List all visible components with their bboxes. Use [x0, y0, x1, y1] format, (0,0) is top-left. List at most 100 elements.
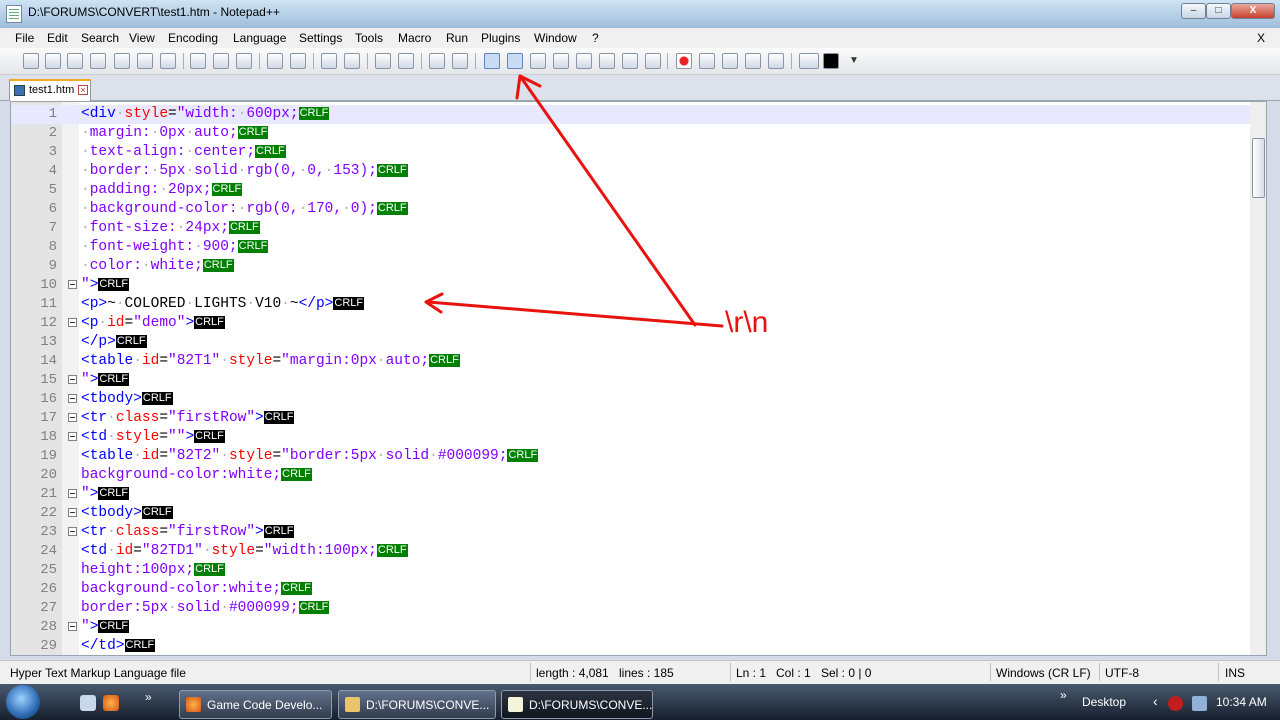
menu-settings[interactable]: Settings [299, 31, 342, 45]
status-encoding[interactable]: UTF-8 [1105, 666, 1139, 680]
tab-test1-htm[interactable]: test1.htm × [9, 79, 91, 101]
code-line[interactable]: 9 ·color:·white;CRLF [11, 257, 1250, 276]
sync-vertical-scroll-icon[interactable] [429, 53, 445, 69]
toolbar-overflow-chevron-icon[interactable]: » [1060, 688, 1067, 702]
title-bar[interactable]: D:\FORUMS\CONVERT\test1.htm - Notepad++ … [0, 0, 1280, 28]
fold-toggle-icon[interactable] [68, 622, 77, 631]
menu-language[interactable]: Language [233, 31, 286, 45]
menu-file[interactable]: File [15, 31, 34, 45]
code-line[interactable]: 7 ·font-size:·24px;CRLF [11, 219, 1250, 238]
tab-close-icon[interactable]: × [78, 85, 88, 95]
indent-guide-icon[interactable] [530, 53, 546, 69]
maximize-button[interactable]: □ [1206, 3, 1231, 19]
menu-help[interactable]: ? [592, 31, 599, 45]
code-line[interactable]: 3 ·text-align:·center;CRLF [11, 143, 1250, 162]
toolbar-overflow-chevron-icon[interactable]: ▼ [846, 53, 862, 69]
zoom-out-icon[interactable] [398, 53, 414, 69]
code-line[interactable]: 27 border:5px·solid·#000099;CRLF [11, 599, 1250, 618]
code-line[interactable]: 22 <tbody>CRLF [11, 504, 1250, 523]
fold-toggle-icon[interactable] [68, 394, 77, 403]
fold-toggle-icon[interactable] [68, 318, 77, 327]
network-icon[interactable] [1192, 696, 1207, 711]
menu-tools[interactable]: Tools [355, 31, 383, 45]
clock[interactable]: 10:34 AM [1216, 695, 1267, 709]
redo-icon[interactable] [290, 53, 306, 69]
code-line[interactable]: 18 <td·style="">CRLF [11, 428, 1250, 447]
code-line[interactable]: 10 ">CRLF [11, 276, 1250, 295]
print-icon[interactable] [160, 53, 176, 69]
code-line[interactable]: 11 <p>~·COLORED·LIGHTS·V10·~</p>CRLF [11, 295, 1250, 314]
find-icon[interactable] [321, 53, 337, 69]
menu-plugins[interactable]: Plugins [481, 31, 520, 45]
code-line[interactable]: 1 <div·style="width:·600px;CRLF [11, 105, 1250, 124]
code-line[interactable]: 5 ·padding:·20px;CRLF [11, 181, 1250, 200]
replace-icon[interactable] [344, 53, 360, 69]
copy-icon[interactable] [213, 53, 229, 69]
close-document-button[interactable]: X [1257, 31, 1265, 45]
status-eol-mode[interactable]: Windows (CR LF) [996, 666, 1091, 680]
fold-toggle-icon[interactable] [68, 432, 77, 441]
jslint-icon[interactable] [823, 53, 839, 69]
code-editor[interactable]: 1 <div·style="width:·600px;CRLF 2 ·margin:·… [10, 101, 1267, 656]
editor-lines[interactable]: 1 <div·style="width:·600px;CRLF 2 ·margin:·… [11, 105, 1250, 655]
code-line[interactable]: 26 background-color:white;CRLF [11, 580, 1250, 599]
start-button[interactable] [6, 685, 40, 719]
code-line[interactable]: 4 ·border:·5px·solid·rgb(0,·0,·153);CRLF [11, 162, 1250, 181]
zoom-in-icon[interactable] [375, 53, 391, 69]
scrollbar-thumb[interactable] [1252, 138, 1265, 198]
open-file-icon[interactable] [45, 53, 61, 69]
taskbar-button-convert-explorer[interactable]: D:\FORUMS\CONVE... [338, 690, 496, 719]
quicklaunch-overflow-chevron-icon[interactable]: » [145, 690, 152, 704]
code-line[interactable]: 24 <td·id="82TD1"·style="width:100px;CRLF [11, 542, 1250, 561]
menu-window[interactable]: Window [534, 31, 577, 45]
taskbar-button-notepad[interactable]: D:\FORUMS\CONVE... [501, 690, 653, 719]
menu-macro[interactable]: Macro [398, 31, 431, 45]
folder-as-workspace-icon[interactable] [622, 53, 638, 69]
menu-run[interactable]: Run [446, 31, 468, 45]
code-line[interactable]: 2 ·margin:·0px·auto;CRLF [11, 124, 1250, 143]
fold-toggle-icon[interactable] [68, 527, 77, 536]
new-file-icon[interactable] [23, 53, 39, 69]
code-line[interactable]: 8 ·font-weight:·900;CRLF [11, 238, 1250, 257]
code-line[interactable]: 19 <table·id="82T2"·style="border:5px·sol… [11, 447, 1250, 466]
show-all-characters-icon[interactable] [507, 53, 523, 69]
fold-toggle-icon[interactable] [68, 508, 77, 517]
save-icon[interactable] [67, 53, 83, 69]
code-line[interactable]: 16 <tbody>CRLF [11, 390, 1250, 409]
save-macro-icon[interactable] [768, 53, 784, 69]
code-line[interactable]: 29 </td>CRLF [11, 637, 1250, 655]
menu-encoding[interactable]: Encoding [168, 31, 218, 45]
code-line[interactable]: 20 background-color:white;CRLF [11, 466, 1250, 485]
stop-recording-icon[interactable] [699, 53, 715, 69]
code-line[interactable]: 17 <tr·class="firstRow">CRLF [11, 409, 1250, 428]
fold-toggle-icon[interactable] [68, 489, 77, 498]
menu-view[interactable]: View [129, 31, 155, 45]
undo-icon[interactable] [267, 53, 283, 69]
sync-horizontal-scroll-icon[interactable] [452, 53, 468, 69]
code-line[interactable]: 28 ">CRLF [11, 618, 1250, 637]
vertical-scrollbar[interactable] [1250, 102, 1266, 655]
save-all-icon[interactable] [90, 53, 106, 69]
desktop-toolbar-label[interactable]: Desktop [1082, 695, 1126, 709]
user-defined-language-icon[interactable] [553, 53, 569, 69]
start-recording-icon[interactable] [676, 53, 692, 69]
security-alert-icon[interactable] [1168, 696, 1183, 711]
firefox-quicklaunch-icon[interactable] [103, 695, 119, 711]
fold-toggle-icon[interactable] [68, 375, 77, 384]
paste-icon[interactable] [236, 53, 252, 69]
code-line[interactable]: 13 </p>CRLF [11, 333, 1250, 352]
document-map-icon[interactable] [576, 53, 592, 69]
code-line[interactable]: 23 <tr·class="firstRow">CRLF [11, 523, 1250, 542]
menu-edit[interactable]: Edit [47, 31, 68, 45]
show-desktop-icon[interactable] [80, 695, 96, 711]
code-line[interactable]: 21 ">CRLF [11, 485, 1250, 504]
menu-search[interactable]: Search [81, 31, 119, 45]
cut-icon[interactable] [190, 53, 206, 69]
code-line[interactable]: 6 ·background-color:·rgb(0,·170,·0);CRLF [11, 200, 1250, 219]
function-list-icon[interactable] [599, 53, 615, 69]
word-wrap-icon[interactable] [484, 53, 500, 69]
playback-icon[interactable] [722, 53, 738, 69]
monitoring-eye-icon[interactable] [645, 53, 661, 69]
taskbar-button-game-code[interactable]: Game Code Develo... [179, 690, 332, 719]
fold-toggle-icon[interactable] [68, 280, 77, 289]
